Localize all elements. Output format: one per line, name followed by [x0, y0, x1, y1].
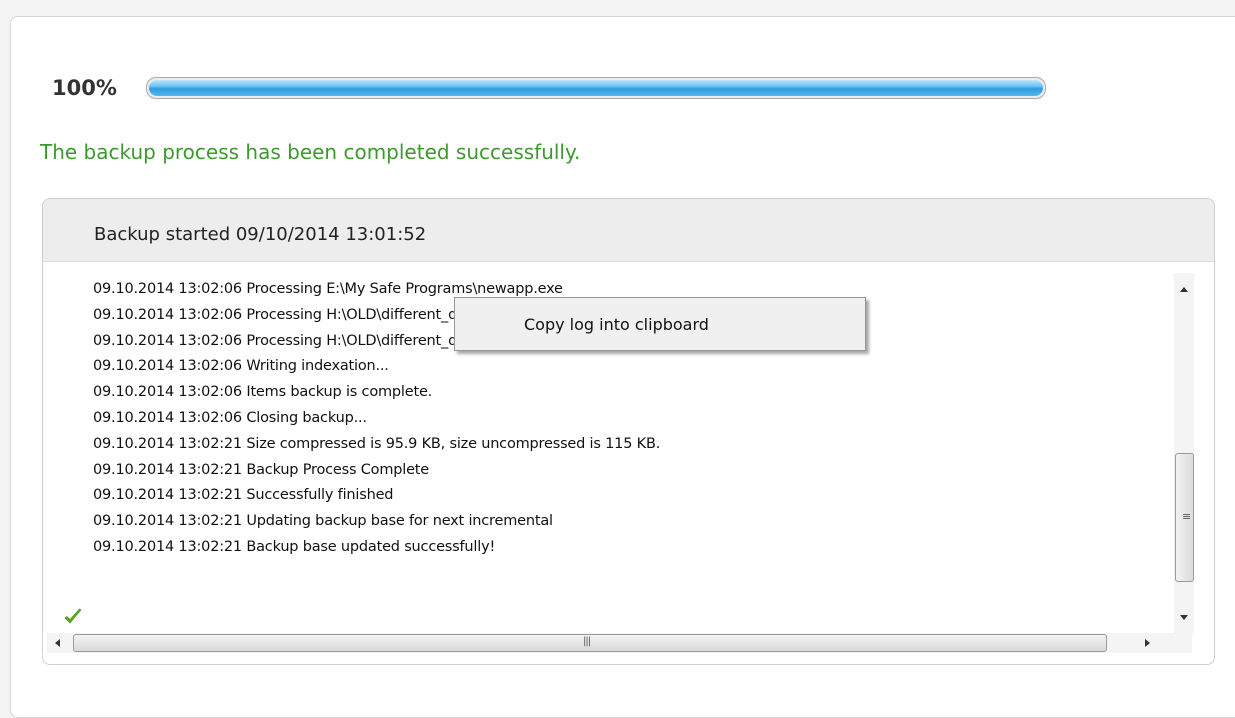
grip-icon: ||| — [583, 636, 591, 647]
log-line: 09.10.2014 13:02:06 Items backup is comp… — [93, 384, 433, 401]
vertical-scroll-thumb[interactable]: ≡ — [1175, 453, 1194, 582]
grip-icon: ≡ — [1182, 510, 1192, 523]
log-panel: Backup started 09/10/2014 13:01:52 09.10… — [42, 198, 1215, 665]
log-line: 09.10.2014 13:02:06 Writing indexation..… — [93, 358, 389, 375]
scroll-down-arrow-icon[interactable] — [1180, 615, 1188, 620]
log-header-title: Backup started 09/10/2014 13:01:52 — [94, 224, 427, 245]
horizontal-scroll-thumb[interactable]: ||| — [73, 634, 1107, 652]
menu-item-label: Copy log into clipboard — [524, 315, 709, 334]
log-line: 09.10.2014 13:02:21 Backup Process Compl… — [93, 461, 430, 478]
vertical-scrollbar[interactable]: ≡ — [1174, 273, 1194, 633]
context-menu: Copy log into clipboard — [454, 297, 866, 351]
horizontal-scrollbar[interactable]: ||| — [47, 633, 1192, 653]
scroll-up-arrow-icon[interactable] — [1180, 287, 1188, 292]
menu-item-copy-log[interactable]: Copy log into clipboard — [458, 301, 862, 345]
scroll-right-arrow-icon[interactable] — [1145, 639, 1150, 647]
log-line: 09.10.2014 13:02:21 Size compressed is 9… — [93, 435, 661, 452]
log-line: 09.10.2014 13:02:21 Updating backup base… — [93, 513, 553, 530]
log-header: Backup started 09/10/2014 13:01:52 — [43, 199, 1214, 262]
log-line: 09.10.2014 13:02:21 Backup base updated … — [93, 538, 496, 555]
progress-percent: 100% — [52, 76, 117, 100]
log-line: 09.10.2014 13:02:21 Successfully finishe… — [93, 487, 394, 504]
status-message: The backup process has been completed su… — [40, 140, 581, 164]
log-line: 09.10.2014 13:02:06 Closing backup... — [93, 409, 367, 426]
progress-bar — [146, 77, 1046, 99]
scroll-left-arrow-icon[interactable] — [55, 639, 60, 647]
progress-bar-fill — [149, 80, 1043, 96]
checkmark-icon — [64, 608, 82, 624]
